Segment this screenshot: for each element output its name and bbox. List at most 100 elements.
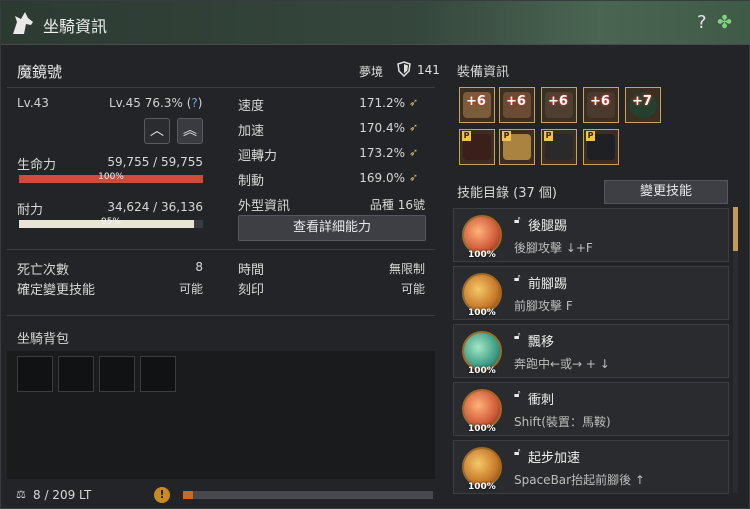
stamina-bar: 95% [19, 217, 203, 228]
next-level-close: ) [197, 96, 203, 110]
weight-icon: ⚖ [16, 488, 26, 501]
title-bar[interactable]: 坐騎資訊 ? ✤ [1, 1, 750, 45]
drift-icon [462, 331, 502, 371]
mount-bag-title: 坐騎背包 [17, 332, 70, 347]
enhance-level: +6 [466, 94, 486, 109]
bag-slot[interactable] [140, 356, 176, 392]
skill-percent: 100% [468, 250, 496, 260]
skill-name: 前腳踢 [528, 277, 568, 292]
death-count-value: 8 [195, 260, 203, 274]
skill-command: SpaceBar抬起前腳後 ↑ [514, 473, 645, 487]
skill-change-label: 確定變更技能 [17, 283, 96, 298]
imprint-value: 可能 [400, 282, 425, 296]
pearl-badge: P [502, 131, 511, 141]
skill-name: 起步加速 [528, 451, 581, 466]
skill-item[interactable]: 100% 🔓︎ 後腿踢 後腳攻擊 ↓+F [453, 208, 729, 262]
skill-percent: 100% [468, 366, 496, 376]
enhance-level: +6 [548, 94, 568, 109]
skill-command: 前腳攻擊 F [514, 299, 573, 313]
skill-command: 奔跑中←或→ + ↓ [514, 357, 610, 371]
appearance-label: 外型資訊 [238, 199, 291, 214]
time-value: 無限制 [388, 262, 425, 276]
divider [7, 315, 435, 316]
wing-icon: ➶ [409, 171, 419, 184]
bag-weight: 8 / 209 LT [33, 488, 92, 502]
pearl-badge: P [586, 131, 595, 141]
stat-accel-label: 加速 [238, 124, 265, 139]
hp-bar: 100% [19, 172, 203, 183]
wing-icon: ➶ [409, 96, 419, 109]
mount-bag-grid [7, 351, 435, 479]
level-up-button[interactable]: ︿ [144, 118, 170, 144]
shield-icon [397, 61, 411, 77]
skill-item[interactable]: 100% 🔓︎ 衝刺 Shift(裝置：馬鞍) [453, 382, 729, 436]
weight-warning-icon[interactable]: ! [154, 487, 170, 503]
skill-command: 後腳攻擊 ↓+F [514, 241, 593, 255]
bag-slot[interactable] [58, 356, 94, 392]
divider [7, 87, 435, 88]
imprint-label: 刻印 [238, 283, 265, 298]
outfit-slot[interactable]: P [459, 129, 495, 165]
stat-brake-label: 制動 [238, 174, 265, 189]
bag-slot[interactable] [99, 356, 135, 392]
mount-name: 魔鏡號 [17, 63, 63, 81]
instant-accel-icon [462, 447, 502, 487]
stat-speed-value: 171.2% [359, 96, 405, 110]
pearl-badge: P [544, 131, 553, 141]
kick-back-icon [462, 215, 502, 255]
skill-list-scrollbar[interactable] [733, 207, 738, 493]
window-title: 坐騎資訊 [43, 17, 108, 36]
outfit-slot[interactable]: P [583, 129, 619, 165]
kick-front-icon [462, 273, 502, 313]
next-level-progress: Lv.45 76.3% (?) [109, 96, 202, 110]
skill-list-title: 技能目錄 (37 個) [457, 186, 557, 201]
skill-item[interactable]: 100% 🔓︎ 前腳踢 前腳攻擊 F [453, 266, 729, 320]
equipment-skill-panel: 裝備資訊 +6 +6 +6 +6 +7 P P P P 技能目錄 (37 個) … [451, 53, 747, 505]
skill-name: 飄移 [528, 335, 555, 350]
stamina-value: 34,624 / 36,136 [107, 200, 203, 214]
change-skill-button[interactable]: 變更技能 [604, 180, 728, 204]
skill-percent: 100% [468, 482, 496, 492]
clover-icon[interactable]: ✤ [717, 12, 732, 33]
view-details-button[interactable]: 查看詳細能力 [238, 215, 426, 241]
enhance-level: +6 [590, 94, 610, 109]
equip-slot-stirrups[interactable]: +6 [541, 87, 577, 123]
help-icon[interactable]: ? [697, 12, 707, 33]
pearl-badge: P [462, 131, 471, 141]
skill-list: 100% 🔓︎ 後腿踢 後腳攻擊 ↓+F 100% 🔓︎ 前腳踢 前腳攻擊 F … [451, 205, 741, 495]
skill-command: Shift(裝置：馬鞍) [514, 415, 611, 429]
wing-icon: ➶ [409, 146, 419, 159]
stamina-label: 耐力 [17, 203, 44, 218]
tier-label: 夢境 [359, 65, 384, 79]
weight-bar-fill [183, 491, 193, 499]
equip-slot-saddle[interactable]: +6 [499, 87, 535, 123]
stat-accel-value: 170.4% [359, 121, 405, 135]
equip-slot-horseshoe[interactable]: +6 [583, 87, 619, 123]
time-label: 時間 [238, 263, 265, 278]
bag-slot[interactable] [17, 356, 53, 392]
wing-icon: ➶ [409, 121, 419, 134]
skill-name: 衝刺 [528, 393, 555, 408]
skill-item[interactable]: 100% 🔓︎ 起步加速 SpaceBar抬起前腳後 ↑ [453, 440, 729, 494]
equip-slot-special[interactable]: +7 [625, 87, 661, 123]
lock-icon: 🔓︎ [514, 331, 521, 342]
equipment-title: 裝備資訊 [457, 65, 510, 80]
scrollbar-thumb[interactable] [733, 207, 738, 251]
outfit-slot[interactable]: P [541, 129, 577, 165]
sprint-icon [462, 389, 502, 429]
level-up-max-button[interactable]: ︽ [177, 118, 203, 144]
skill-percent: 100% [468, 308, 496, 318]
tier-value: 141 [417, 63, 440, 77]
mount-status-panel: 魔鏡號 夢境 141 Lv.43 Lv.45 76.3% (?) ︿ ︽ 生命力… [7, 53, 443, 505]
mount-level: Lv.43 [17, 96, 49, 110]
skill-item[interactable]: 100% 🔓︎ 飄移 奔跑中←或→ + ↓ [453, 324, 729, 378]
stat-speed-label: 速度 [238, 99, 265, 114]
equip-slot-barding[interactable]: +6 [459, 87, 495, 123]
stat-turn-value: 173.2% [359, 146, 405, 160]
lock-icon: 🔓︎ [514, 389, 521, 400]
enhance-level: +7 [632, 94, 652, 109]
death-count-label: 死亡次數 [17, 263, 70, 278]
outfit-slot[interactable]: P [499, 129, 535, 165]
horse-head-icon [13, 12, 33, 34]
lock-icon: 🔓︎ [514, 447, 521, 458]
